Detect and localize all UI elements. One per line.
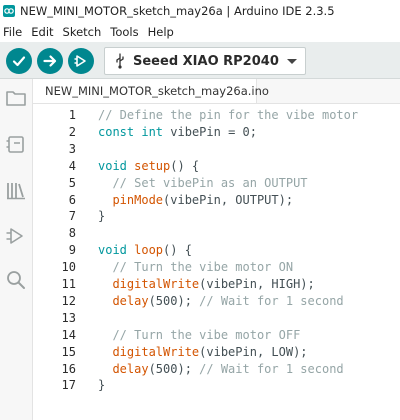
line-number: 6 <box>68 192 76 207</box>
debug-icon[interactable] <box>5 225 27 247</box>
code-token: (vibePin, HIGH); <box>199 277 315 291</box>
code-token: digitalWrite <box>112 277 200 291</box>
code-token: (500); <box>148 361 200 376</box>
code-line[interactable]: delay(500); // Wait for 1 second <box>98 293 344 308</box>
check-icon <box>12 56 26 67</box>
title-bar: NEW_MINI_MOTOR_sketch_may26a | Arduino I… <box>0 0 400 21</box>
code-line[interactable]: } <box>98 378 105 392</box>
code-token: delay <box>112 361 149 376</box>
code-token: // Wait for 1 second <box>199 361 344 376</box>
code-line[interactable]: // Turn the vibe motor ON <box>98 260 293 274</box>
code-line[interactable]: // Set vibePin as an OUTPUT <box>98 175 308 190</box>
code-token: // Set vibePin as an OUTPUT <box>98 175 308 190</box>
arduino-logo-icon <box>3 4 15 17</box>
line-number: 1 <box>68 108 76 122</box>
menu-edit[interactable]: Edit <box>31 25 53 39</box>
upload-button[interactable] <box>37 48 63 74</box>
code-token: (vibePin, LOW); <box>199 344 308 359</box>
line-number: 17 <box>61 378 76 393</box>
code-line[interactable]: // Turn the vibe motor OFF <box>98 328 300 342</box>
code-token: } <box>98 209 106 224</box>
arrow-right-icon <box>43 55 57 67</box>
code-token: setup <box>134 158 171 173</box>
tab-filename: NEW_MINI_MOTOR_sketch_may26a.ino <box>45 84 269 98</box>
code-token: } <box>98 378 106 393</box>
line-number: 7 <box>68 209 76 224</box>
line-number: 9 <box>68 243 76 258</box>
chevron-down-icon <box>287 59 297 64</box>
menu-help[interactable]: Help <box>148 25 174 39</box>
editor-tab-bar: NEW_MINI_MOTOR_sketch_may26a.ino <box>33 79 400 104</box>
code-line[interactable]: const int vibePin = 0; <box>98 125 257 139</box>
code-token: void <box>98 158 135 173</box>
menu-bar: File Edit Sketch Tools Help <box>0 21 400 42</box>
line-number: 12 <box>61 293 76 308</box>
code-editor[interactable]: 1 // Define the pin for the vibe motor 2 co… <box>33 104 400 420</box>
code-token: () { <box>163 243 192 258</box>
code-line[interactable]: // Define the pin for the vibe motor <box>98 108 358 122</box>
code-line[interactable]: } <box>98 209 105 223</box>
code-token: delay <box>112 293 149 308</box>
code-token: () { <box>170 158 200 173</box>
folder-icon[interactable] <box>5 87 27 109</box>
code-token: // Define the pin for the vibe motor <box>98 108 359 122</box>
toolbar: Seeed XIAO RP2040 <box>0 42 400 79</box>
usb-icon <box>116 53 124 69</box>
line-number: 11 <box>61 277 76 291</box>
code-token: // Turn the vibe motor OFF <box>98 327 301 342</box>
code-token: // Wait for 1 second <box>199 293 344 308</box>
line-number: 16 <box>61 361 76 376</box>
board-name: Seeed XIAO RP2040 <box>133 53 279 69</box>
line-number: 3 <box>68 141 76 156</box>
tab-sketch-file[interactable]: NEW_MINI_MOTOR_sketch_may26a.ino <box>33 79 269 103</box>
menu-sketch[interactable]: Sketch <box>63 25 102 39</box>
line-number: 2 <box>68 124 76 139</box>
verify-button[interactable] <box>6 48 32 74</box>
code-token: (vibePin, OUTPUT); <box>163 192 294 207</box>
code-token: vibePin = 0; <box>170 124 257 139</box>
board-manager-icon[interactable] <box>5 133 27 155</box>
window-title: NEW_MINI_MOTOR_sketch_may26a | Arduino I… <box>20 3 335 18</box>
line-number: 8 <box>68 226 76 241</box>
code-line[interactable]: digitalWrite(vibePin, HIGH); <box>98 277 315 291</box>
line-number: 14 <box>61 327 76 342</box>
code-line[interactable]: delay(500); // Wait for 1 second <box>98 361 344 376</box>
code-line[interactable]: pinMode(vibePin, OUTPUT); <box>98 193 293 207</box>
board-selector[interactable]: Seeed XIAO RP2040 <box>104 47 306 75</box>
code-token: // Turn the vibe motor ON <box>98 260 294 275</box>
code-line[interactable]: void setup() { <box>98 159 199 173</box>
code-token: const <box>98 124 142 139</box>
code-line[interactable]: digitalWrite(vibePin, LOW); <box>98 344 308 359</box>
line-number: 13 <box>61 310 76 325</box>
menu-tools[interactable]: Tools <box>110 25 138 39</box>
line-number: 5 <box>68 175 76 190</box>
debug-icon <box>74 55 86 67</box>
menu-file[interactable]: File <box>3 25 22 39</box>
code-token: loop <box>134 243 164 258</box>
library-icon[interactable] <box>5 179 27 201</box>
code-token: int <box>141 124 171 139</box>
code-token: (500); <box>148 293 200 308</box>
code-token: pinMode <box>112 192 164 207</box>
line-number: 10 <box>61 260 76 275</box>
debug-button[interactable] <box>68 48 94 74</box>
code-token: void <box>98 243 135 258</box>
code-token: digitalWrite <box>112 344 200 359</box>
code-line[interactable]: void loop() { <box>98 243 192 257</box>
activity-sidebar <box>0 79 33 420</box>
line-number: 4 <box>68 158 76 173</box>
line-number: 15 <box>61 344 76 359</box>
search-icon[interactable] <box>5 269 27 291</box>
